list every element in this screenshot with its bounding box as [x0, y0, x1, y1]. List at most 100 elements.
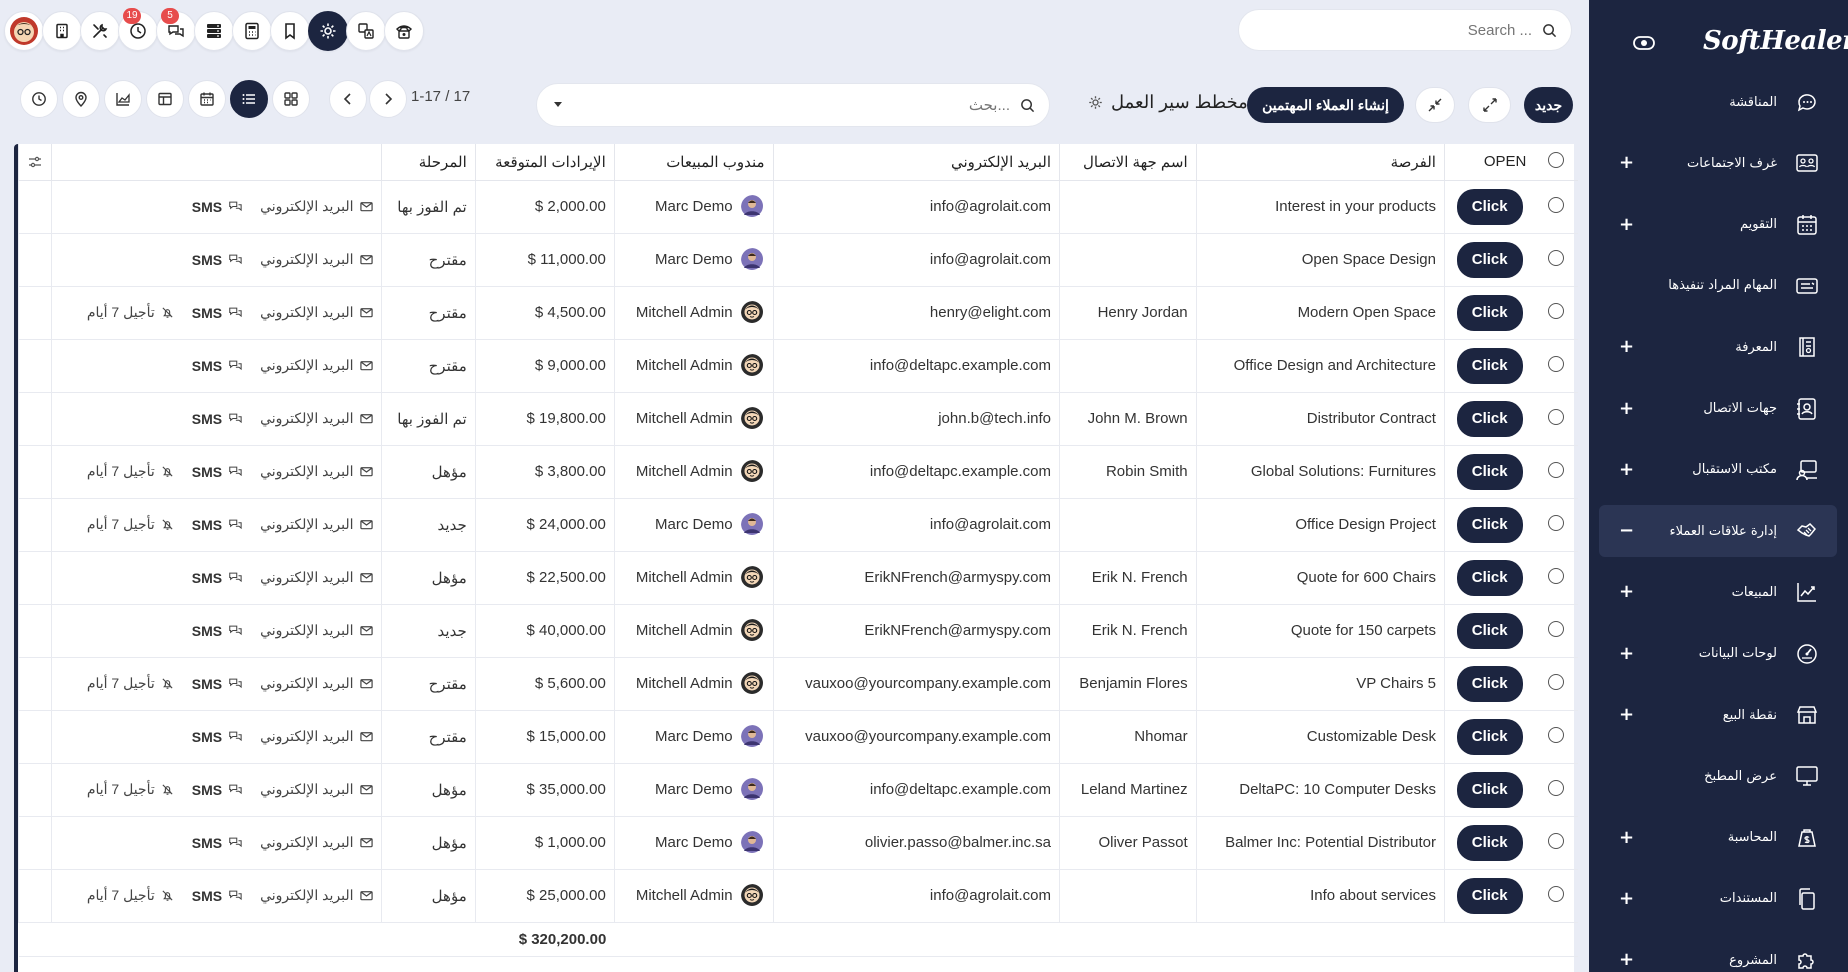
- sidebar-item-todo[interactable]: المهام المراد تنفيذها: [1599, 260, 1837, 312]
- expand-toggle[interactable]: +: [1619, 583, 1634, 601]
- phone-button[interactable]: [384, 11, 424, 51]
- sidebar-item-crm[interactable]: − إدارة علاقات العملاء: [1599, 505, 1837, 558]
- snooze-action[interactable]: تأجيل 7 أيام: [87, 781, 174, 798]
- row-select-radio[interactable]: [1548, 302, 1565, 319]
- sms-action[interactable]: SMS: [192, 411, 242, 427]
- search-icon[interactable]: [1020, 98, 1035, 113]
- settings-button[interactable]: [308, 11, 348, 51]
- snooze-action[interactable]: تأجيل 7 أيام: [87, 675, 174, 692]
- select-all[interactable]: [1534, 144, 1578, 181]
- bookmark-button[interactable]: [270, 11, 310, 51]
- row-select-radio[interactable]: [1548, 673, 1565, 690]
- table-row[interactable]: SMS البريد الإلكتروني جديد $ 40,000.00 M…: [18, 604, 1578, 658]
- pager-value[interactable]: 1-17 / 17: [411, 88, 470, 105]
- sms-action[interactable]: SMS: [192, 570, 242, 586]
- expand-button[interactable]: [1468, 87, 1511, 123]
- snooze-action[interactable]: تأجيل 7 أيام: [87, 887, 174, 904]
- open-record-button[interactable]: Click: [1456, 506, 1523, 543]
- email-action[interactable]: البريد الإلكتروني: [260, 622, 373, 639]
- sms-action[interactable]: SMS: [192, 252, 242, 268]
- expand-toggle[interactable]: +: [1619, 399, 1634, 418]
- sidebar-item-frontdesk[interactable]: + مكتب الاستقبال: [1599, 444, 1837, 496]
- sms-action[interactable]: SMS: [192, 888, 242, 904]
- column-opportunity[interactable]: الفرصة: [1195, 144, 1445, 181]
- sidebar-item-calendar[interactable]: + التقويم: [1599, 199, 1837, 251]
- table-row[interactable]: SMS البريد الإلكتروني تم الفوز بها $ 2,0…: [18, 180, 1578, 234]
- table-row[interactable]: SMS البريد الإلكتروني مؤهل $ 1,000.00 Ma…: [18, 816, 1578, 870]
- row-select-radio[interactable]: [1548, 620, 1565, 637]
- expand-toggle[interactable]: +: [1619, 154, 1634, 172]
- email-action[interactable]: البريد الإلكتروني: [260, 569, 373, 586]
- sms-action[interactable]: SMS: [192, 464, 242, 480]
- table-row[interactable]: تأجيل 7 أيام SMS البريد الإلكتروني مؤهل …: [18, 763, 1578, 817]
- open-record-button[interactable]: Click: [1456, 400, 1523, 437]
- open-record-button[interactable]: Click: [1456, 665, 1523, 702]
- sidebar-item-accounting[interactable]: + المحاسبة: [1599, 812, 1837, 864]
- sms-action[interactable]: SMS: [192, 676, 242, 692]
- column-open[interactable]: OPEN: [1443, 144, 1535, 181]
- row-select-radio[interactable]: [1548, 514, 1565, 531]
- sms-action[interactable]: SMS: [192, 358, 242, 374]
- language-button[interactable]: [346, 11, 386, 51]
- sidebar-toggle[interactable]: [1633, 36, 1655, 50]
- sms-action[interactable]: SMS: [192, 517, 242, 533]
- expand-toggle[interactable]: +: [1619, 889, 1634, 908]
- column-email[interactable]: البريد الإلكتروني: [772, 144, 1060, 181]
- open-record-button[interactable]: Click: [1456, 559, 1523, 596]
- column-revenue[interactable]: الإيرادات المتوقعة: [474, 144, 615, 181]
- filter-dropdown-icon[interactable]: [551, 98, 565, 112]
- sms-action[interactable]: SMS: [192, 623, 242, 639]
- open-record-button[interactable]: Click: [1456, 453, 1523, 490]
- open-record-button[interactable]: Click: [1456, 771, 1523, 808]
- email-action[interactable]: البريد الإلكتروني: [260, 251, 373, 268]
- table-row[interactable]: SMS البريد الإلكتروني تم الفوز بها $ 19,…: [18, 392, 1578, 446]
- email-action[interactable]: البريد الإلكتروني: [260, 728, 373, 745]
- tools-button[interactable]: [80, 11, 120, 51]
- global-search-box[interactable]: [1238, 9, 1572, 51]
- gear-icon[interactable]: [1088, 95, 1103, 110]
- row-select-radio[interactable]: [1548, 408, 1565, 425]
- column-salesperson[interactable]: مندوب المبيعات: [613, 144, 774, 181]
- expand-toggle[interactable]: +: [1619, 644, 1634, 663]
- expand-toggle[interactable]: +: [1619, 215, 1634, 234]
- row-select-radio[interactable]: [1548, 726, 1565, 743]
- expand-toggle[interactable]: +: [1619, 460, 1634, 479]
- search-icon[interactable]: [1542, 23, 1557, 38]
- list-search-input[interactable]: [575, 96, 1010, 114]
- open-record-button[interactable]: Click: [1456, 824, 1523, 861]
- email-action[interactable]: البريد الإلكتروني: [260, 834, 373, 851]
- sidebar-item-dashboard[interactable]: + لوحات البيانات: [1599, 628, 1837, 680]
- email-action[interactable]: البريد الإلكتروني: [260, 463, 373, 480]
- table-row[interactable]: تأجيل 7 أيام SMS البريد الإلكتروني جديد …: [18, 498, 1578, 552]
- email-action[interactable]: البريد الإلكتروني: [260, 887, 373, 904]
- view-kanban-button[interactable]: [272, 80, 310, 118]
- create-leads-button[interactable]: إنشاء العملاء المهتمين: [1247, 87, 1404, 123]
- sidebar-item-project[interactable]: + المشروع: [1599, 934, 1837, 972]
- messages-button[interactable]: 5: [156, 8, 196, 51]
- table-row[interactable]: SMS البريد الإلكتروني مقترح $ 9,000.00 M…: [18, 339, 1578, 393]
- expand-toggle[interactable]: +: [1619, 828, 1634, 847]
- open-record-button[interactable]: Click: [1456, 877, 1523, 914]
- sidebar-item-sales[interactable]: + المبيعات: [1599, 566, 1837, 618]
- open-record-button[interactable]: Click: [1456, 188, 1523, 225]
- row-select-radio[interactable]: [1548, 461, 1565, 478]
- sidebar-item-contacts[interactable]: + جهات الاتصال: [1599, 383, 1837, 435]
- row-select-radio[interactable]: [1548, 355, 1565, 372]
- expand-toggle[interactable]: +: [1619, 706, 1634, 724]
- email-action[interactable]: البريد الإلكتروني: [260, 410, 373, 427]
- open-record-button[interactable]: Click: [1456, 612, 1523, 649]
- email-action[interactable]: البريد الإلكتروني: [260, 304, 373, 321]
- table-row[interactable]: SMS البريد الإلكتروني مؤهل $ 22,500.00 M…: [18, 551, 1578, 605]
- email-action[interactable]: البريد الإلكتروني: [260, 198, 373, 215]
- column-contact[interactable]: اسم جهة الاتصال: [1059, 144, 1197, 181]
- row-select-radio[interactable]: [1548, 196, 1565, 213]
- row-select-radio[interactable]: [1548, 885, 1565, 902]
- view-map-button[interactable]: [62, 80, 100, 118]
- sidebar-item-pos[interactable]: + نقطة البيع: [1599, 689, 1837, 741]
- row-select-radio[interactable]: [1548, 832, 1565, 849]
- sidebar-item-kitchen-display[interactable]: عرض المطبخ: [1599, 750, 1837, 802]
- sidebar-item-meeting-rooms[interactable]: + غرف الاجتماعات: [1599, 137, 1837, 189]
- company-switch-button[interactable]: [42, 11, 82, 51]
- row-select-radio[interactable]: [1548, 567, 1565, 584]
- snooze-action[interactable]: تأجيل 7 أيام: [87, 304, 174, 321]
